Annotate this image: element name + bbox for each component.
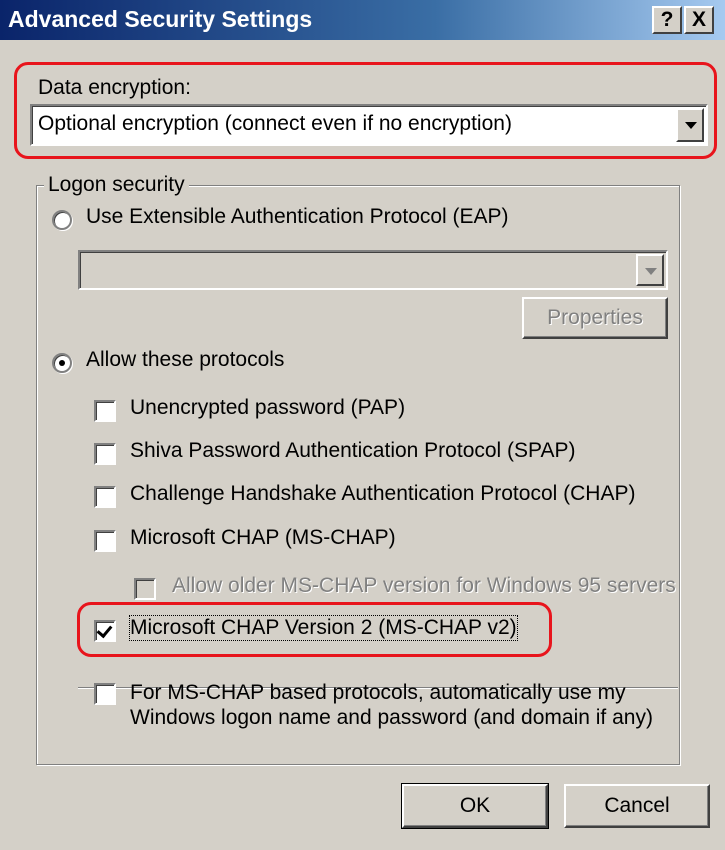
older-ms-chap-checkbox[interactable]	[134, 578, 156, 600]
properties-button-label: Properties	[547, 306, 643, 329]
eap-combo[interactable]	[78, 250, 668, 290]
auto-logon-label-line2[interactable]: Windows logon name and password (and dom…	[130, 706, 653, 730]
older-ms-chap-label[interactable]: Allow older MS-CHAP version for Windows …	[172, 574, 676, 598]
annotation-encryption-highlight	[14, 62, 717, 159]
cancel-button-label: Cancel	[604, 794, 670, 817]
spap-label[interactable]: Shiva Password Authentication Protocol (…	[130, 439, 576, 463]
chevron-down-icon[interactable]	[636, 254, 664, 286]
eap-radio[interactable]	[52, 210, 72, 230]
eap-radio-label[interactable]: Use Extensible Authentication Protocol (…	[86, 205, 509, 229]
ok-button-label: OK	[459, 794, 491, 817]
allow-protocols-radio[interactable]	[52, 353, 72, 373]
cancel-button[interactable]: Cancel	[564, 784, 710, 828]
properties-button[interactable]: Properties	[522, 297, 668, 339]
allow-protocols-label[interactable]: Allow these protocols	[86, 348, 284, 372]
auto-logon-label-line1[interactable]: For MS-CHAP based protocols, automatical…	[130, 681, 626, 705]
window-title: Advanced Security Settings	[8, 6, 313, 32]
pap-checkbox[interactable]	[94, 400, 116, 422]
annotation-ms-chap-v2-highlight	[77, 602, 552, 657]
help-button[interactable]: ?	[652, 6, 682, 34]
spap-checkbox[interactable]	[94, 443, 116, 465]
chap-label[interactable]: Challenge Handshake Authentication Proto…	[130, 482, 635, 506]
chap-checkbox[interactable]	[94, 486, 116, 508]
pap-label[interactable]: Unencrypted password (PAP)	[130, 396, 405, 420]
logon-security-label: Logon security	[44, 173, 189, 197]
ms-chap-label[interactable]: Microsoft CHAP (MS-CHAP)	[130, 526, 396, 550]
close-button[interactable]: X	[684, 6, 714, 34]
close-icon: X	[691, 8, 706, 31]
ok-button[interactable]: OK	[401, 783, 549, 829]
auto-logon-checkbox[interactable]	[94, 683, 116, 705]
ms-chap-checkbox[interactable]	[94, 530, 116, 552]
